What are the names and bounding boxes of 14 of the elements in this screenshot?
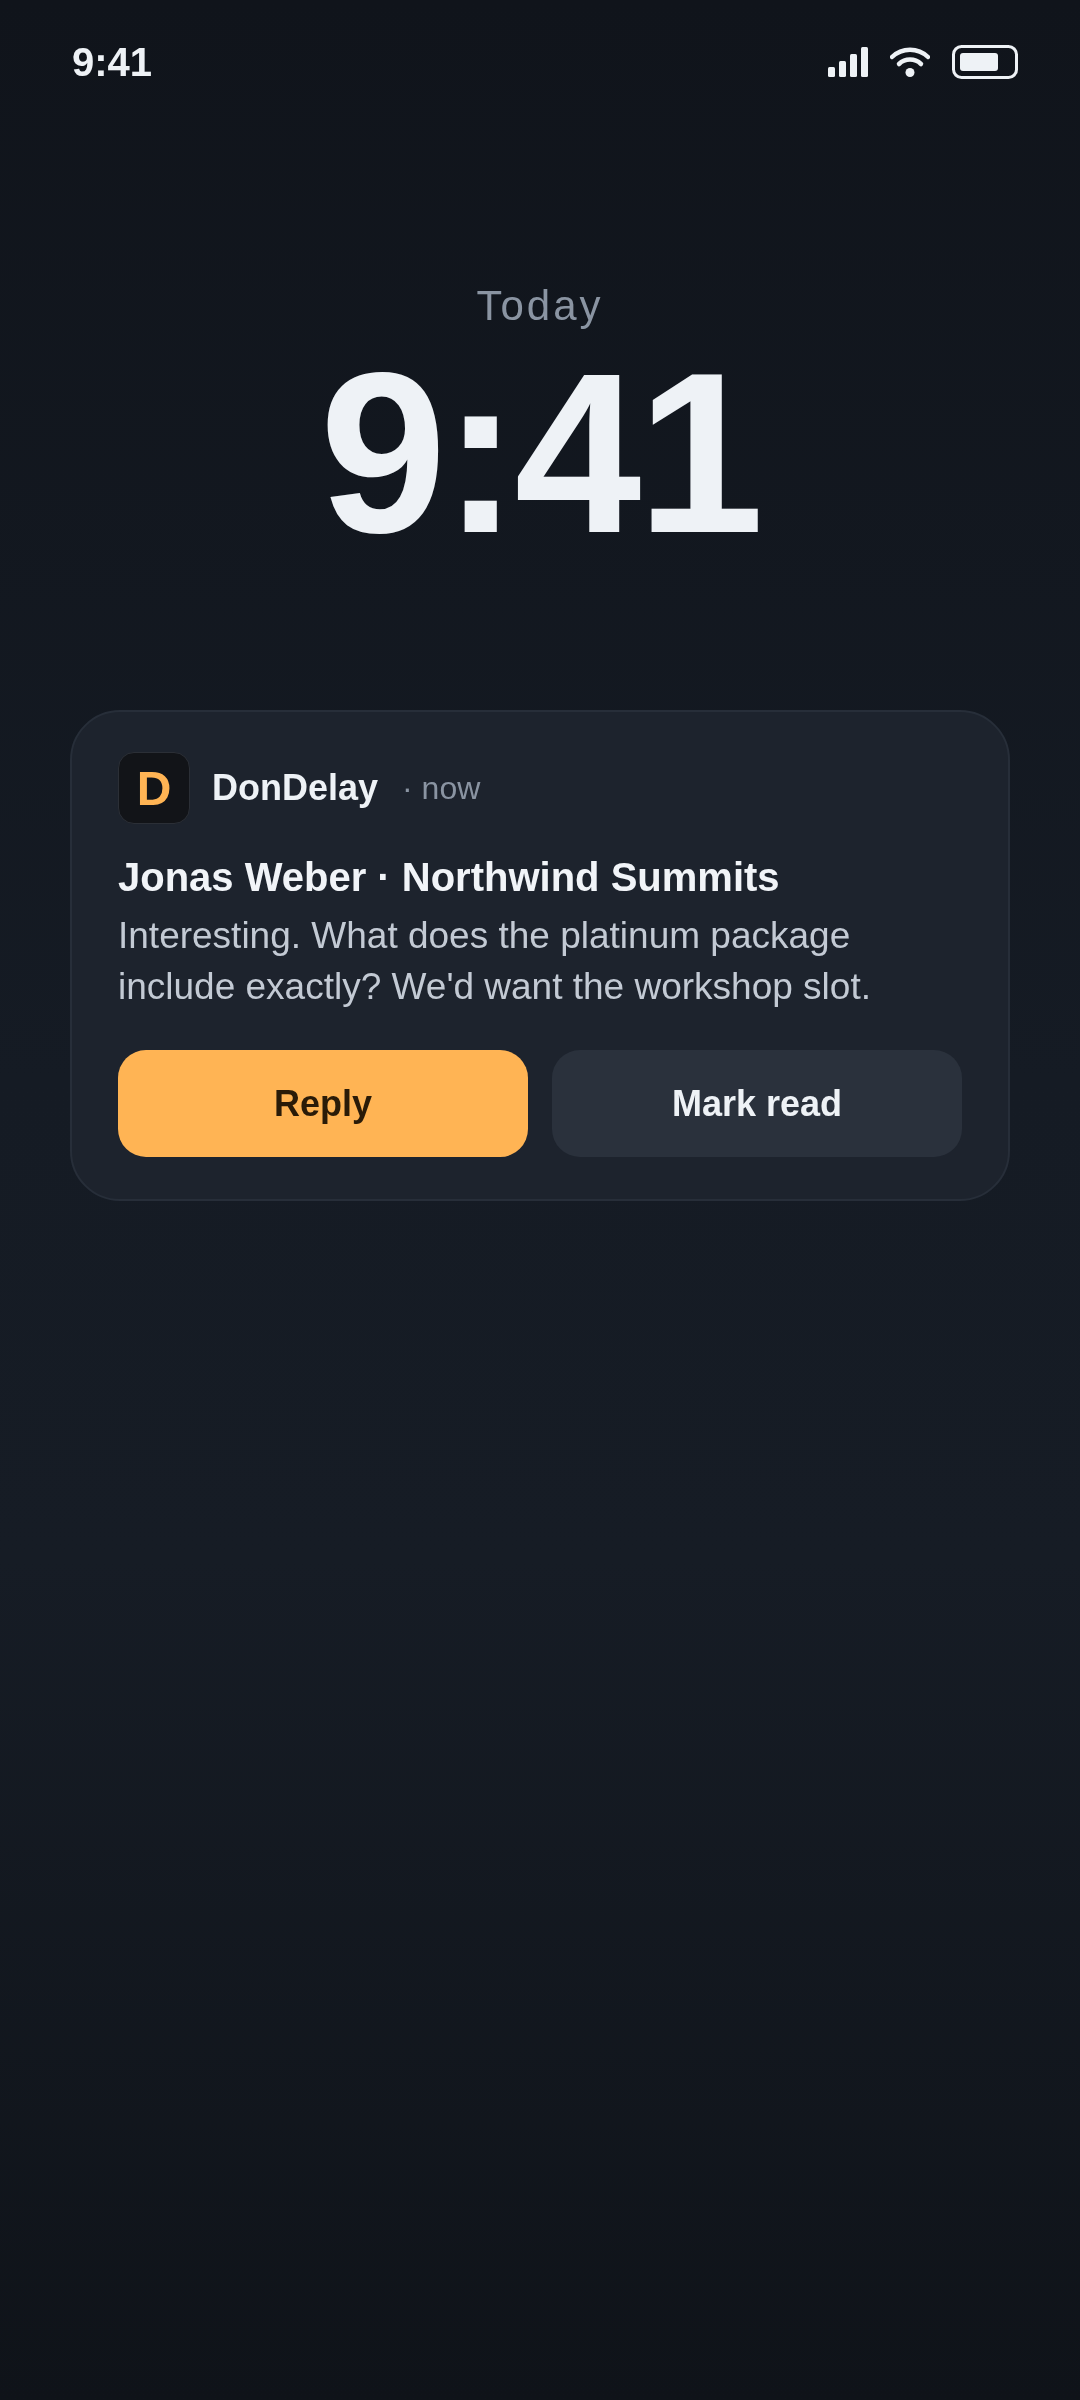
lock-clock: 9:41 <box>319 338 761 568</box>
battery-icon <box>952 45 1018 79</box>
notification-body: Interesting. What does the platinum package include exactly? We'd want the workshop slot. <box>118 914 872 1009</box>
wifi-icon <box>890 47 930 77</box>
app-name: DonDelay <box>212 767 379 809</box>
mark-read-button[interactable]: Mark read <box>552 1050 962 1157</box>
status-time: 9:41 <box>72 39 153 85</box>
signal-icon <box>828 47 868 77</box>
notification-card[interactable]: D DonDelay · now Jonas Weber · Northwind Summits Interesting. What does the platinum package include exactly? We'd want the workshop slot. Reply Mark read <box>70 710 1010 1201</box>
notification-time: · now <box>402 769 481 807</box>
app-logo: D <box>118 752 190 824</box>
notification-title: Jonas Weber · Northwind Summits <box>118 854 781 901</box>
lock-date: Today <box>476 281 604 331</box>
reply-button[interactable]: Reply <box>118 1050 528 1157</box>
